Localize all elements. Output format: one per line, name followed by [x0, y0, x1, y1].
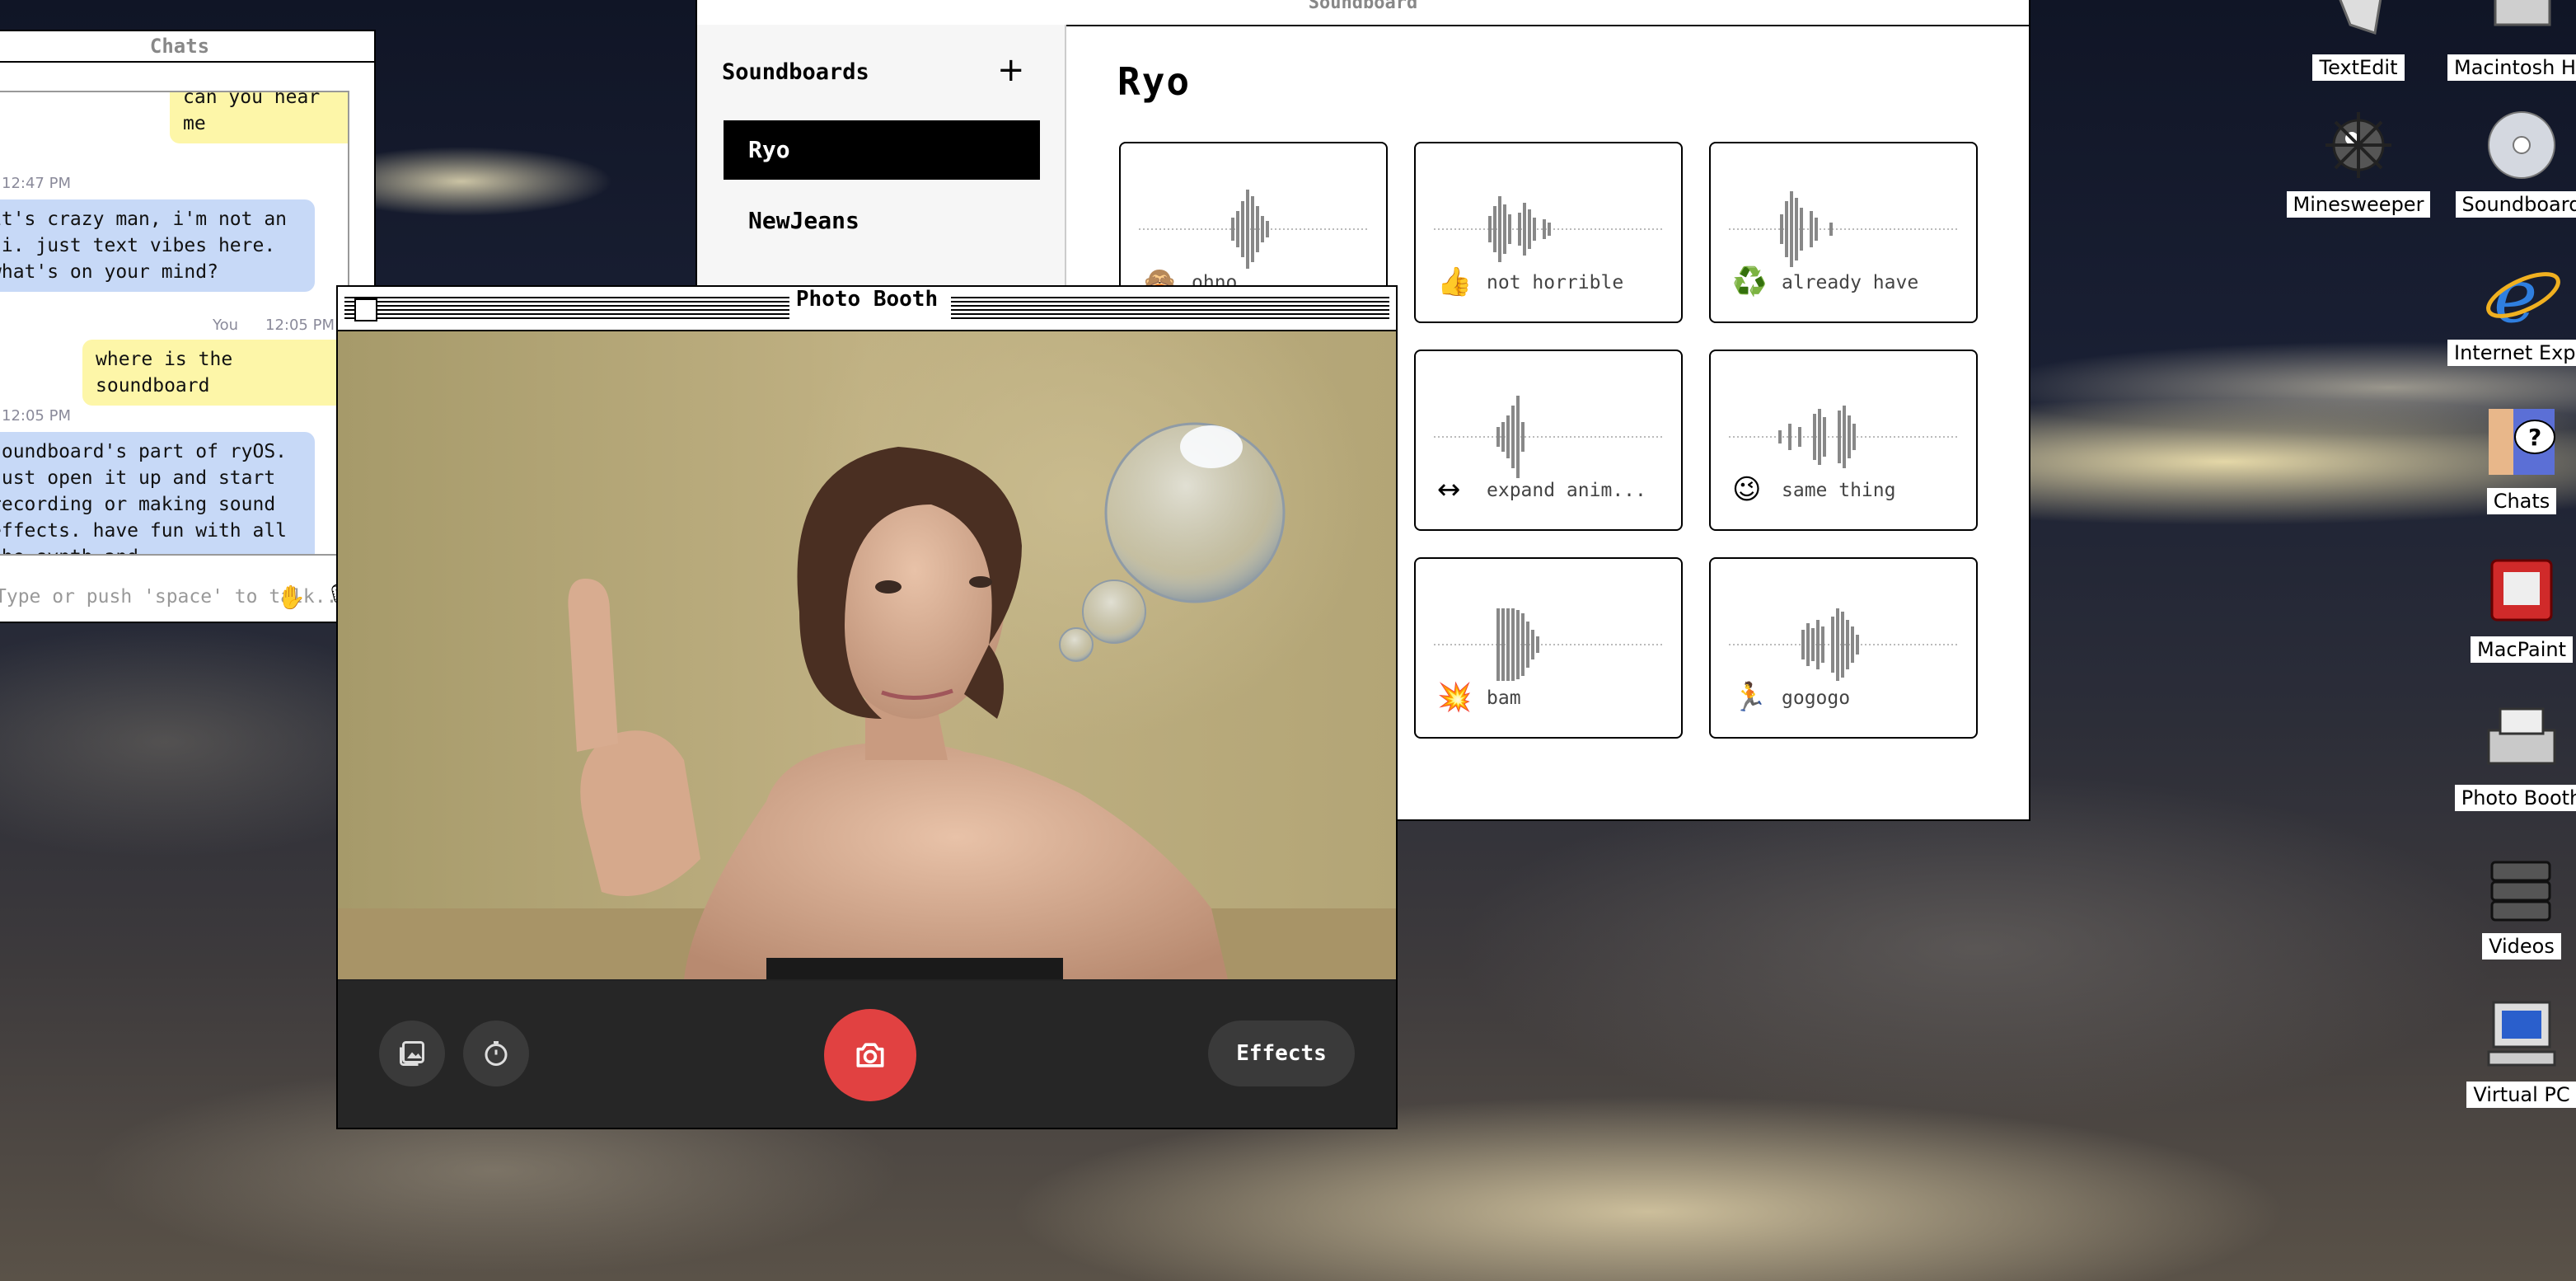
sound-emoji: 😉 [1732, 473, 1762, 506]
sound-card[interactable]: 🏃 gogogo [1709, 557, 1978, 739]
message-sender: You [213, 317, 239, 334]
waveform [1139, 190, 1370, 269]
sound-label: gogogo [1782, 687, 1851, 709]
sound-label: bam [1487, 687, 1521, 709]
sound-label: already have [1782, 272, 1919, 293]
chat-messages[interactable]: can you hear me 12:47 PM it's crazy man,… [0, 91, 349, 556]
sound-card[interactable]: ↔ expand anim... [1414, 350, 1683, 531]
waveform [1729, 608, 1960, 681]
ai-message: soundboard's part of ryOS. just open it … [0, 432, 315, 554]
waveform [1729, 191, 1960, 267]
desktop-icon-photo-booth[interactable]: Photo Booth [2447, 697, 2576, 811]
sound-card[interactable]: 💥 bam [1414, 557, 1683, 739]
videos-icon [2480, 846, 2563, 928]
waveform [1434, 396, 1665, 478]
window-title: Soundboard [697, 0, 2029, 26]
icon-label: Chats [2486, 488, 2557, 514]
icon-label: Photo Booth [2454, 785, 2576, 811]
sound-card[interactable]: 😉 same thing [1709, 350, 1978, 531]
icon-label: Minesweeper [2286, 191, 2431, 218]
window-title: Photo Booth [795, 287, 939, 312]
icon-label: Videos [2482, 933, 2561, 960]
desktop-icon-minesweeper[interactable]: Minesweeper [2284, 104, 2433, 218]
desktop-icon-textedit[interactable]: TextEdit [2284, 0, 2433, 81]
gallery-icon [400, 1041, 424, 1066]
icon-label: TextEdit [2312, 54, 2405, 81]
waveform [1729, 406, 1960, 468]
waveform [1434, 196, 1665, 262]
desktop-icon-virtual-pc[interactable]: Virtual PC [2447, 994, 2576, 1108]
macpaint-icon [2480, 549, 2563, 631]
photobooth-toolbar: Effects [338, 981, 1396, 1128]
ai-message: it's crazy man, i'm not an ai. just text… [0, 199, 315, 292]
sound-label: not horrible [1487, 272, 1624, 293]
textedit-icon [2317, 0, 2400, 49]
gallery-button[interactable] [379, 1021, 445, 1086]
hard-drive-icon [2480, 0, 2563, 49]
add-soundboard-button[interactable]: + [997, 51, 1025, 89]
waveform [1434, 608, 1665, 681]
camera-preview [338, 331, 1396, 979]
sound-emoji: 👍 [1437, 265, 1473, 298]
svg-text:?: ? [2528, 424, 2541, 451]
timer-icon [485, 1041, 508, 1066]
timer-button[interactable] [463, 1021, 529, 1086]
sidebar-item-newjeans[interactable]: NewJeans [724, 191, 1040, 251]
board-title: Ryo [1117, 59, 1192, 104]
computer-icon [2480, 994, 2563, 1077]
desktop-icon-chats[interactable]: ? Chats [2447, 401, 2576, 514]
icon-label: MacPaint [2471, 636, 2573, 663]
sidebar-title: Soundboards [722, 59, 869, 85]
sound-emoji: ♻️ [1732, 265, 1768, 298]
photobooth-window[interactable]: Photo Booth Effects [336, 285, 1398, 1129]
sidebar-item-ryo[interactable]: Ryo [724, 120, 1040, 180]
desktop-icon-internet-explorer[interactable]: e Internet Explorer [2447, 252, 2576, 366]
desktop-background: Chats can you hear me 12:47 PM it's craz… [0, 0, 2576, 1281]
icon-label: Virtual PC [2466, 1082, 2576, 1108]
sound-label: expand anim... [1487, 480, 1646, 501]
desktop-icon-macpaint[interactable]: MacPaint [2447, 549, 2576, 663]
sound-label: same thing [1782, 480, 1896, 501]
close-box[interactable] [354, 298, 377, 321]
user-message: where is the soundboard [82, 340, 348, 406]
window-title: Chats [0, 31, 374, 63]
desktop-icon-soundboard[interactable]: Soundboard [2447, 104, 2576, 218]
window-titlebar[interactable]: Photo Booth [338, 287, 1396, 331]
user-message: can you hear me [170, 92, 348, 143]
sound-card[interactable]: 👍 not horrible [1414, 142, 1683, 323]
icon-label: Macintosh HD [2447, 54, 2576, 81]
chats-icon: ? [2480, 401, 2563, 483]
camera-image [338, 422, 1396, 979]
icon-label: Internet Explorer [2447, 340, 2576, 366]
effects-button[interactable]: Effects [1208, 1021, 1355, 1086]
chats-window[interactable]: Chats can you hear me 12:47 PM it's craz… [0, 30, 376, 623]
push-to-talk-icon[interactable]: ✋ [277, 584, 306, 611]
photo-booth-icon [2480, 697, 2563, 780]
shutter-button[interactable] [824, 1009, 916, 1101]
sound-card[interactable]: ♻️ already have [1709, 142, 1978, 323]
expand-arrows-icon: ↔ [1437, 473, 1461, 506]
sound-emoji: 🏃 [1732, 681, 1768, 714]
icon-label: Soundboard [2455, 191, 2576, 218]
mine-icon [2317, 104, 2400, 186]
internet-explorer-icon: e [2480, 252, 2563, 340]
message-timestamp: 12:05 PM [2, 407, 71, 425]
sound-emoji: 💥 [1437, 681, 1473, 714]
message-timestamp: 12:05 PM [265, 317, 335, 334]
camera-icon [856, 1043, 884, 1068]
cd-icon [2480, 104, 2563, 186]
desktop-icon-videos[interactable]: Videos [2447, 846, 2576, 960]
desktop-icon-macintosh-hd[interactable]: Macintosh HD [2447, 0, 2576, 81]
message-timestamp: 12:47 PM [2, 175, 71, 192]
